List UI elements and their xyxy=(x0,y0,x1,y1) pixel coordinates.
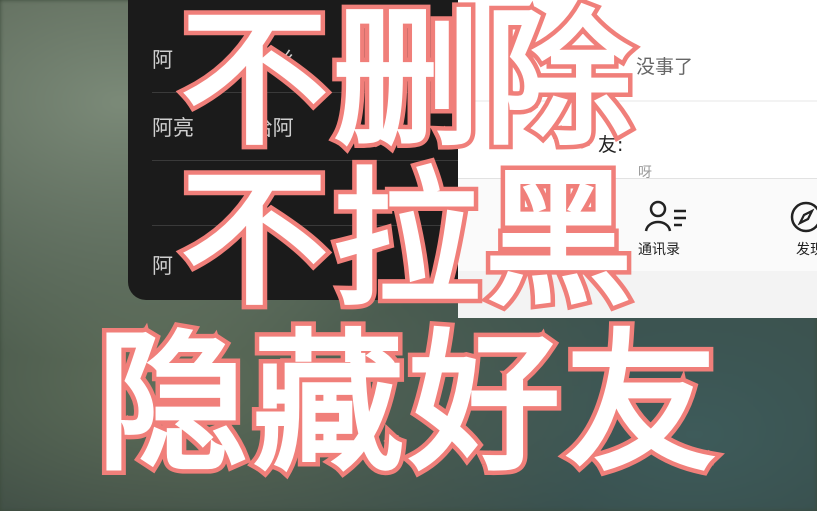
overlay-line-1: 不删除 xyxy=(176,0,637,166)
overlay-line-2: 不拉黑 xyxy=(176,154,637,326)
overlay-line-3: 隐藏好友 xyxy=(92,315,721,492)
